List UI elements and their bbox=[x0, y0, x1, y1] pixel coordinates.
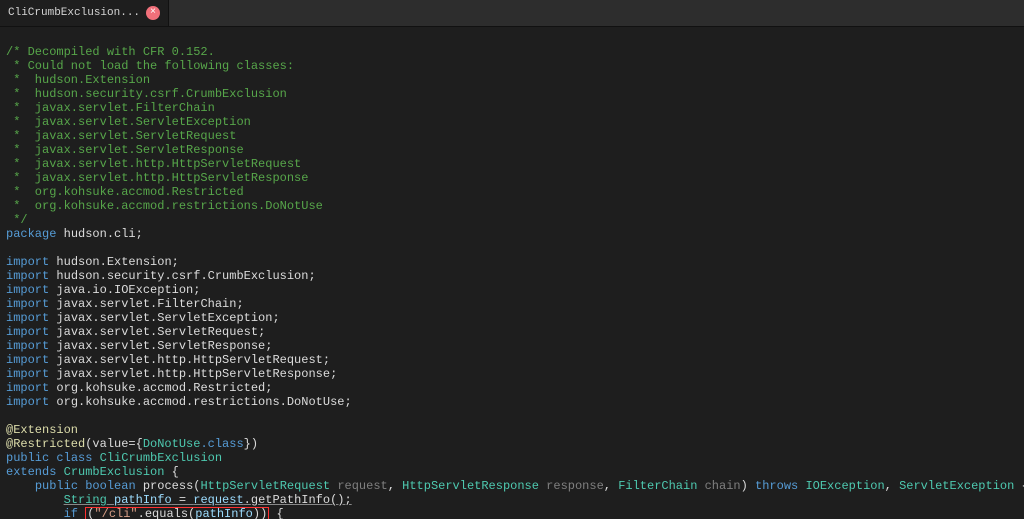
annotation-restricted: @Restricted bbox=[6, 437, 85, 451]
import-name: java.io.IOException bbox=[56, 283, 193, 297]
kw-import: import bbox=[6, 395, 49, 409]
super-class: CrumbExclusion bbox=[64, 465, 165, 479]
import-name: javax.servlet.ServletRequest bbox=[56, 325, 258, 339]
annotation-extension: @Extension bbox=[6, 423, 78, 437]
kw-throws: throws bbox=[755, 479, 798, 493]
import-name: hudson.Extension bbox=[56, 255, 171, 269]
comment-line: * javax.servlet.http.HttpServletRequest bbox=[6, 157, 301, 171]
highlighted-condition: ("/cli".equals(pathInfo)) bbox=[85, 507, 269, 519]
comment-line: * javax.servlet.ServletRequest bbox=[6, 129, 236, 143]
kw-package: package bbox=[6, 227, 56, 241]
kw-import: import bbox=[6, 339, 49, 353]
kw-public: public bbox=[6, 451, 49, 465]
close-icon[interactable]: × bbox=[146, 6, 160, 20]
comment-line: * javax.servlet.FilterChain bbox=[6, 101, 215, 115]
import-name: javax.servlet.ServletException bbox=[56, 311, 272, 325]
code-editor[interactable]: /* Decompiled with CFR 0.152. * Could no… bbox=[0, 27, 1024, 519]
comment-line: */ bbox=[6, 213, 28, 227]
comment-line: * javax.servlet.ServletResponse bbox=[6, 143, 244, 157]
comment-line: * javax.servlet.http.HttpServletResponse bbox=[6, 171, 308, 185]
kw-import: import bbox=[6, 381, 49, 395]
comment-line: * javax.servlet.ServletException bbox=[6, 115, 251, 129]
comment-line: * org.kohsuke.accmod.restrictions.DoNotU… bbox=[6, 199, 323, 213]
kw-boolean: boolean bbox=[85, 479, 135, 493]
comment-line: /* Decompiled with CFR 0.152. bbox=[6, 45, 215, 59]
tab-bar: CliCrumbExclusion... × bbox=[0, 0, 1024, 27]
kw-import: import bbox=[6, 353, 49, 367]
tab-label: CliCrumbExclusion... bbox=[8, 7, 140, 19]
kw-import: import bbox=[6, 283, 49, 297]
kw-if: if bbox=[64, 507, 78, 519]
kw-import: import bbox=[6, 297, 49, 311]
kw-import: import bbox=[6, 325, 49, 339]
kw-import: import bbox=[6, 255, 49, 269]
kw-extends: extends bbox=[6, 465, 56, 479]
kw-import: import bbox=[6, 311, 49, 325]
comment-line: * Could not load the following classes: bbox=[6, 59, 294, 73]
kw-class: class bbox=[56, 451, 92, 465]
import-name: hudson.security.csrf.CrumbExclusion bbox=[56, 269, 308, 283]
import-name: org.kohsuke.accmod.restrictions.DoNotUse bbox=[56, 395, 344, 409]
comment-line: * hudson.security.csrf.CrumbExclusion bbox=[6, 87, 287, 101]
import-name: javax.servlet.http.HttpServletResponse bbox=[56, 367, 330, 381]
package-name: hudson.cli bbox=[64, 227, 136, 241]
comment-line: * hudson.Extension bbox=[6, 73, 150, 87]
import-name: javax.servlet.FilterChain bbox=[56, 297, 236, 311]
semicolon: ; bbox=[136, 227, 143, 241]
import-name: javax.servlet.http.HttpServletRequest bbox=[56, 353, 322, 367]
kw-import: import bbox=[6, 269, 49, 283]
method-name: process bbox=[143, 479, 193, 493]
import-name: org.kohsuke.accmod.Restricted bbox=[56, 381, 265, 395]
class-name: CliCrumbExclusion bbox=[100, 451, 222, 465]
comment-line: * org.kohsuke.accmod.Restricted bbox=[6, 185, 244, 199]
import-name: javax.servlet.ServletResponse bbox=[56, 339, 265, 353]
kw-import: import bbox=[6, 367, 49, 381]
tab-clicrumbexclusion[interactable]: CliCrumbExclusion... × bbox=[0, 0, 169, 26]
kw-public: public bbox=[35, 479, 78, 493]
